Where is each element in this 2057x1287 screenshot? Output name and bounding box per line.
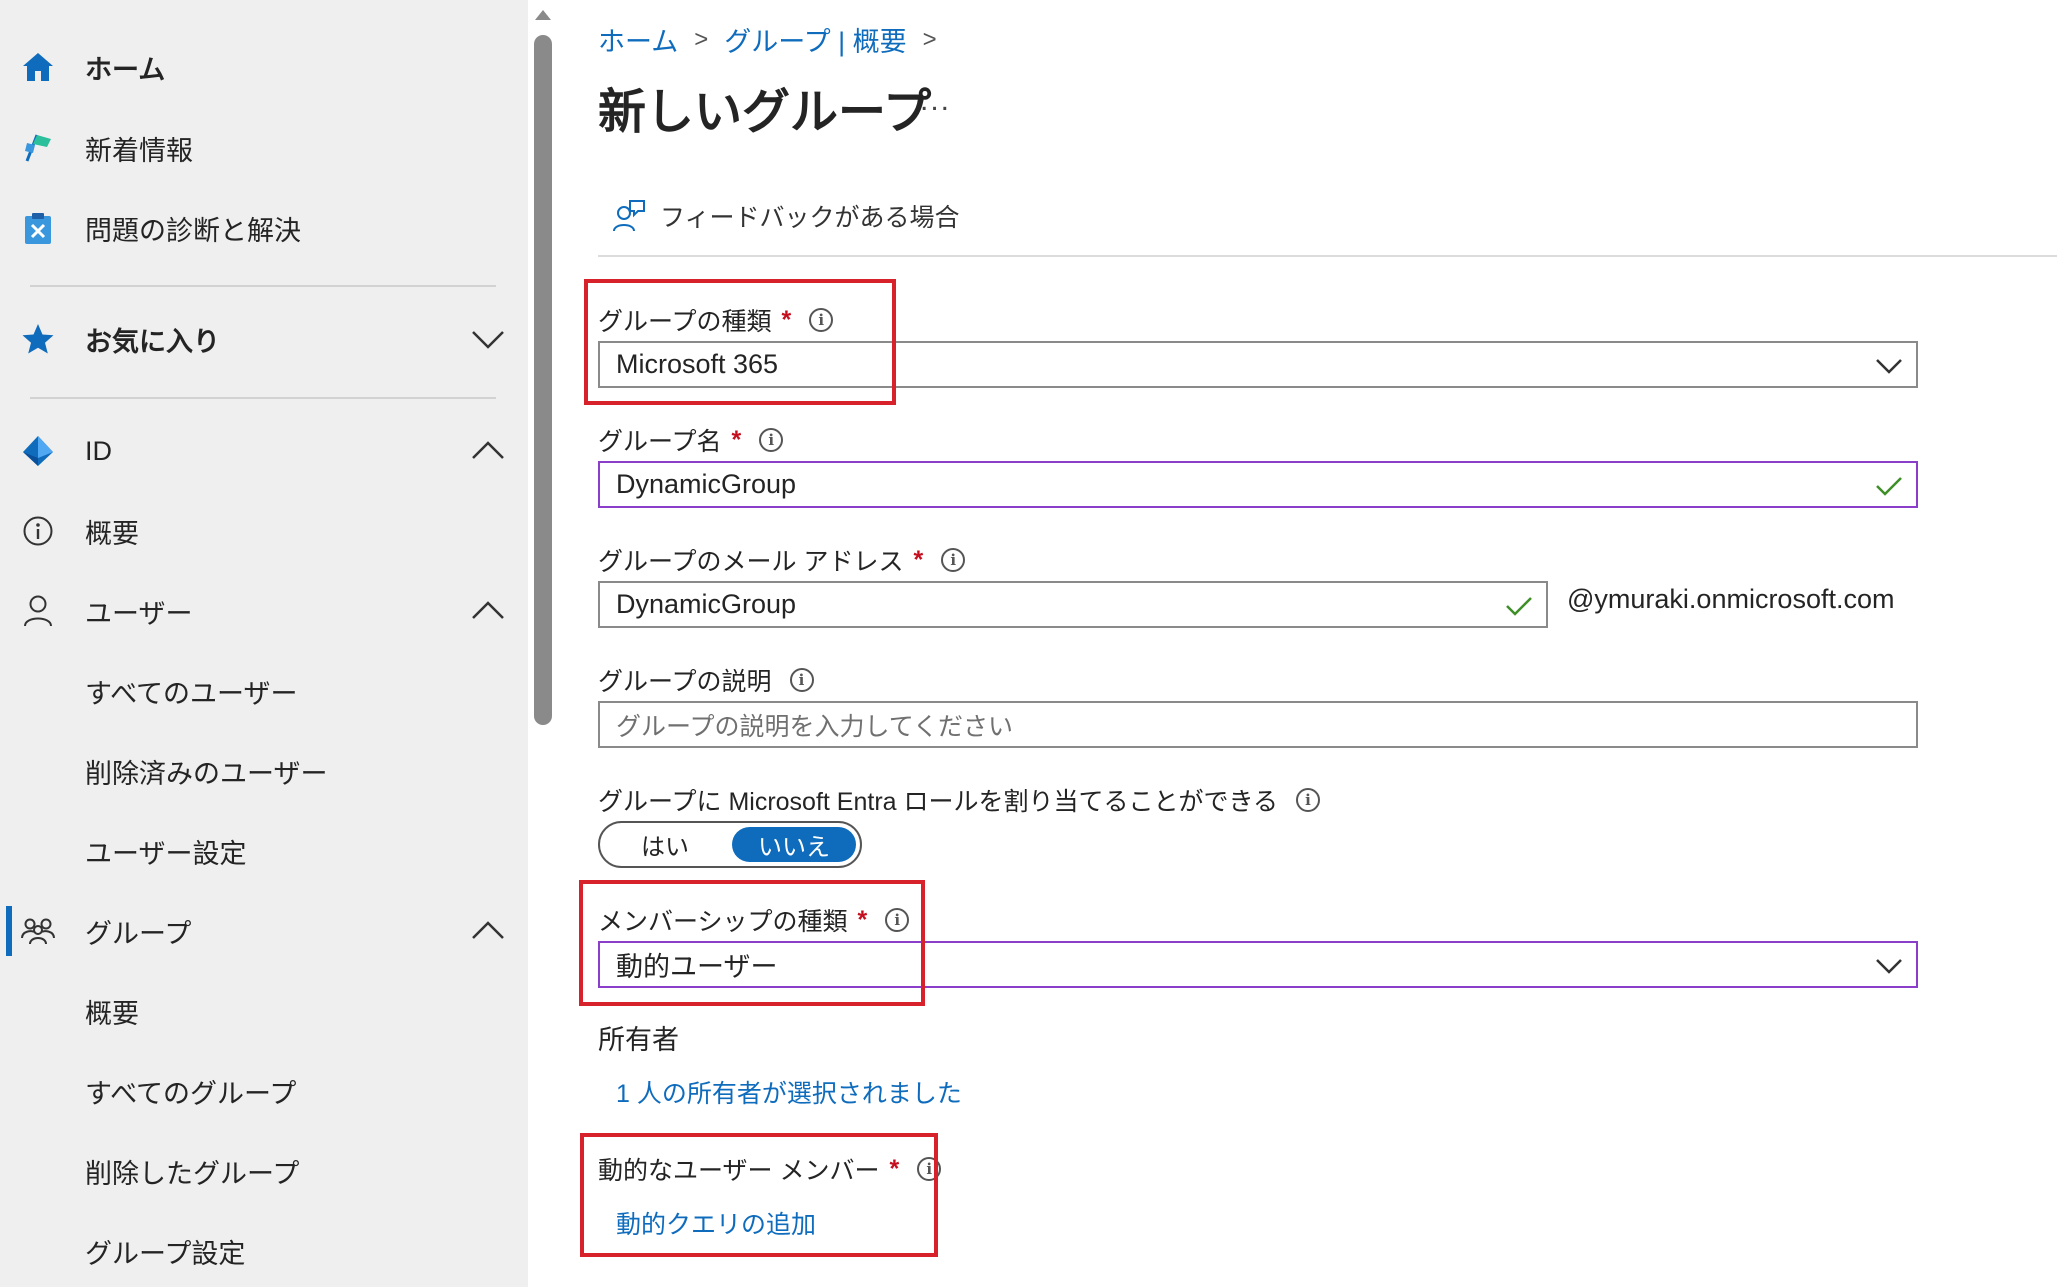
feedback-icon <box>613 200 645 232</box>
page-title: 新しいグループ <box>598 86 932 139</box>
owner-selected-link[interactable]: 1 人の所有者が選択されました <box>616 1074 962 1110</box>
sidebar-divider <box>30 397 496 399</box>
sidebar-item-label: 新着情報 <box>85 135 193 166</box>
email-input[interactable]: DynamicGroup <box>598 581 1548 628</box>
entra-role-toggle[interactable]: はい いいえ <box>598 821 862 868</box>
sidebar-item-home[interactable]: ホーム <box>0 35 528 99</box>
toggle-option-yes[interactable]: はい <box>604 827 726 862</box>
breadcrumb-groups-link[interactable]: グループ | 概要 <box>724 20 906 59</box>
highlight-membership-type <box>579 880 925 1006</box>
sidebar-item-label: すべてのグループ <box>85 1078 297 1109</box>
sidebar-item-identity[interactable]: ID <box>0 419 528 483</box>
scrollbar-thumb[interactable] <box>534 35 552 725</box>
sidebar-item-label: グループ <box>85 918 192 949</box>
scroll-up-arrow-icon[interactable] <box>535 10 551 20</box>
checkmark-icon <box>1876 477 1902 496</box>
feedback-label: フィードバックがある場合 <box>660 204 960 232</box>
sidebar-item-diagnose[interactable]: 問題の診断と解決 <box>0 196 528 260</box>
user-icon <box>20 593 56 629</box>
sidebar-item-favorites[interactable]: お気に入り <box>0 307 528 371</box>
entra-id-icon <box>20 433 56 469</box>
owner-label: 所有者 <box>598 1025 679 1055</box>
chevron-up-icon[interactable] <box>470 913 506 949</box>
sidebar-item-label: すべてのユーザー <box>85 678 298 709</box>
sidebar-item-whats-new[interactable]: 新着情報 <box>0 116 528 180</box>
email-label-text: グループのメール アドレス <box>598 548 904 576</box>
info-icon[interactable]: i <box>759 428 784 452</box>
chevron-right-icon: > <box>922 25 937 53</box>
sidebar-item-label: ユーザー設定 <box>85 838 247 869</box>
group-name-value: DynamicGroup <box>616 469 797 499</box>
entra-role-label: グループに Microsoft Entra ロールを割り当てることができる i <box>598 782 1320 818</box>
sidebar-item-label: 問題の診断と解決 <box>85 215 301 246</box>
highlight-dynamic-members <box>580 1133 938 1257</box>
sidebar-item-label: ユーザー <box>85 598 193 629</box>
sidebar-item-label: お気に入り <box>85 326 220 357</box>
sidebar-item-groups[interactable]: グループ <box>0 899 528 963</box>
sidebar-item-group-settings[interactable]: グループ設定 <box>0 1219 528 1283</box>
info-icon[interactable]: i <box>941 548 966 572</box>
group-name-label-text: グループ名 <box>598 428 722 456</box>
chevron-up-icon[interactable] <box>470 433 506 469</box>
chevron-up-icon[interactable] <box>470 593 506 629</box>
description-label-text: グループの説明 <box>598 668 772 696</box>
sidebar-item-label: 概要 <box>85 998 139 1029</box>
sidebar-item-label: グループ設定 <box>85 1238 246 1269</box>
info-icon <box>20 513 56 549</box>
sidebar-item-overview[interactable]: 概要 <box>0 499 528 563</box>
chevron-down-icon <box>1876 959 1902 974</box>
header-divider <box>598 255 2057 257</box>
feedback-button[interactable]: フィードバックがある場合 <box>612 198 960 234</box>
chevron-down-icon <box>1876 359 1902 374</box>
sidebar-item-user-settings[interactable]: ユーザー設定 <box>0 819 528 883</box>
sidebar-item-users[interactable]: ユーザー <box>0 579 528 643</box>
group-icon <box>20 913 56 949</box>
checkmark-icon <box>1506 597 1532 616</box>
required-asterisk: * <box>913 545 924 574</box>
sidebar-item-groups-overview[interactable]: 概要 <box>0 979 528 1043</box>
sidebar-item-label: 概要 <box>85 518 139 549</box>
chevron-down-icon[interactable] <box>470 321 506 357</box>
email-domain-suffix: @ymuraki.onmicrosoft.com <box>1567 584 1895 614</box>
highlight-group-type <box>584 279 896 405</box>
more-options-button[interactable]: ... <box>920 84 951 118</box>
required-asterisk: * <box>731 425 742 454</box>
chevron-right-icon: > <box>694 25 709 53</box>
sidebar-item-all-users[interactable]: すべてのユーザー <box>0 659 528 723</box>
email-label: グループのメール アドレス * i <box>598 542 966 578</box>
email-value: DynamicGroup <box>616 589 797 619</box>
home-icon <box>20 49 56 85</box>
sidebar-item-all-groups[interactable]: すべてのグループ <box>0 1059 528 1123</box>
description-placeholder: グループの説明を入力してください <box>616 712 1014 741</box>
info-icon[interactable]: i <box>789 668 814 692</box>
flag-icon <box>20 130 56 166</box>
info-icon[interactable]: i <box>1296 788 1320 812</box>
breadcrumb: ホーム > グループ | 概要 > <box>598 20 953 59</box>
sidebar-item-label: 削除済みのユーザー <box>85 758 328 789</box>
entra-role-label-text: グループに Microsoft Entra ロールを割り当てることができる <box>598 788 1278 816</box>
sidebar-item-label: 削除したグループ <box>85 1158 300 1189</box>
sidebar-item-label: ホーム <box>85 54 166 85</box>
toggle-option-no[interactable]: いいえ <box>732 827 856 862</box>
description-input[interactable]: グループの説明を入力してください <box>598 701 1918 748</box>
sidebar-item-deleted-groups[interactable]: 削除したグループ <box>0 1139 528 1203</box>
group-name-label: グループ名 * i <box>598 422 784 458</box>
diagnose-icon <box>20 210 56 246</box>
breadcrumb-home-link[interactable]: ホーム <box>598 20 678 59</box>
sidebar-item-label: ID <box>85 435 112 466</box>
sidebar: ホーム 新着情報 問題の診断と解決 お気に入り ID 概要 ユーザー すべてのユ… <box>0 0 528 1287</box>
star-icon <box>20 321 56 357</box>
sidebar-item-deleted-users[interactable]: 削除済みのユーザー <box>0 739 528 803</box>
sidebar-divider <box>30 285 496 287</box>
description-label: グループの説明 i <box>598 662 814 698</box>
group-name-input[interactable]: DynamicGroup <box>598 461 1918 508</box>
